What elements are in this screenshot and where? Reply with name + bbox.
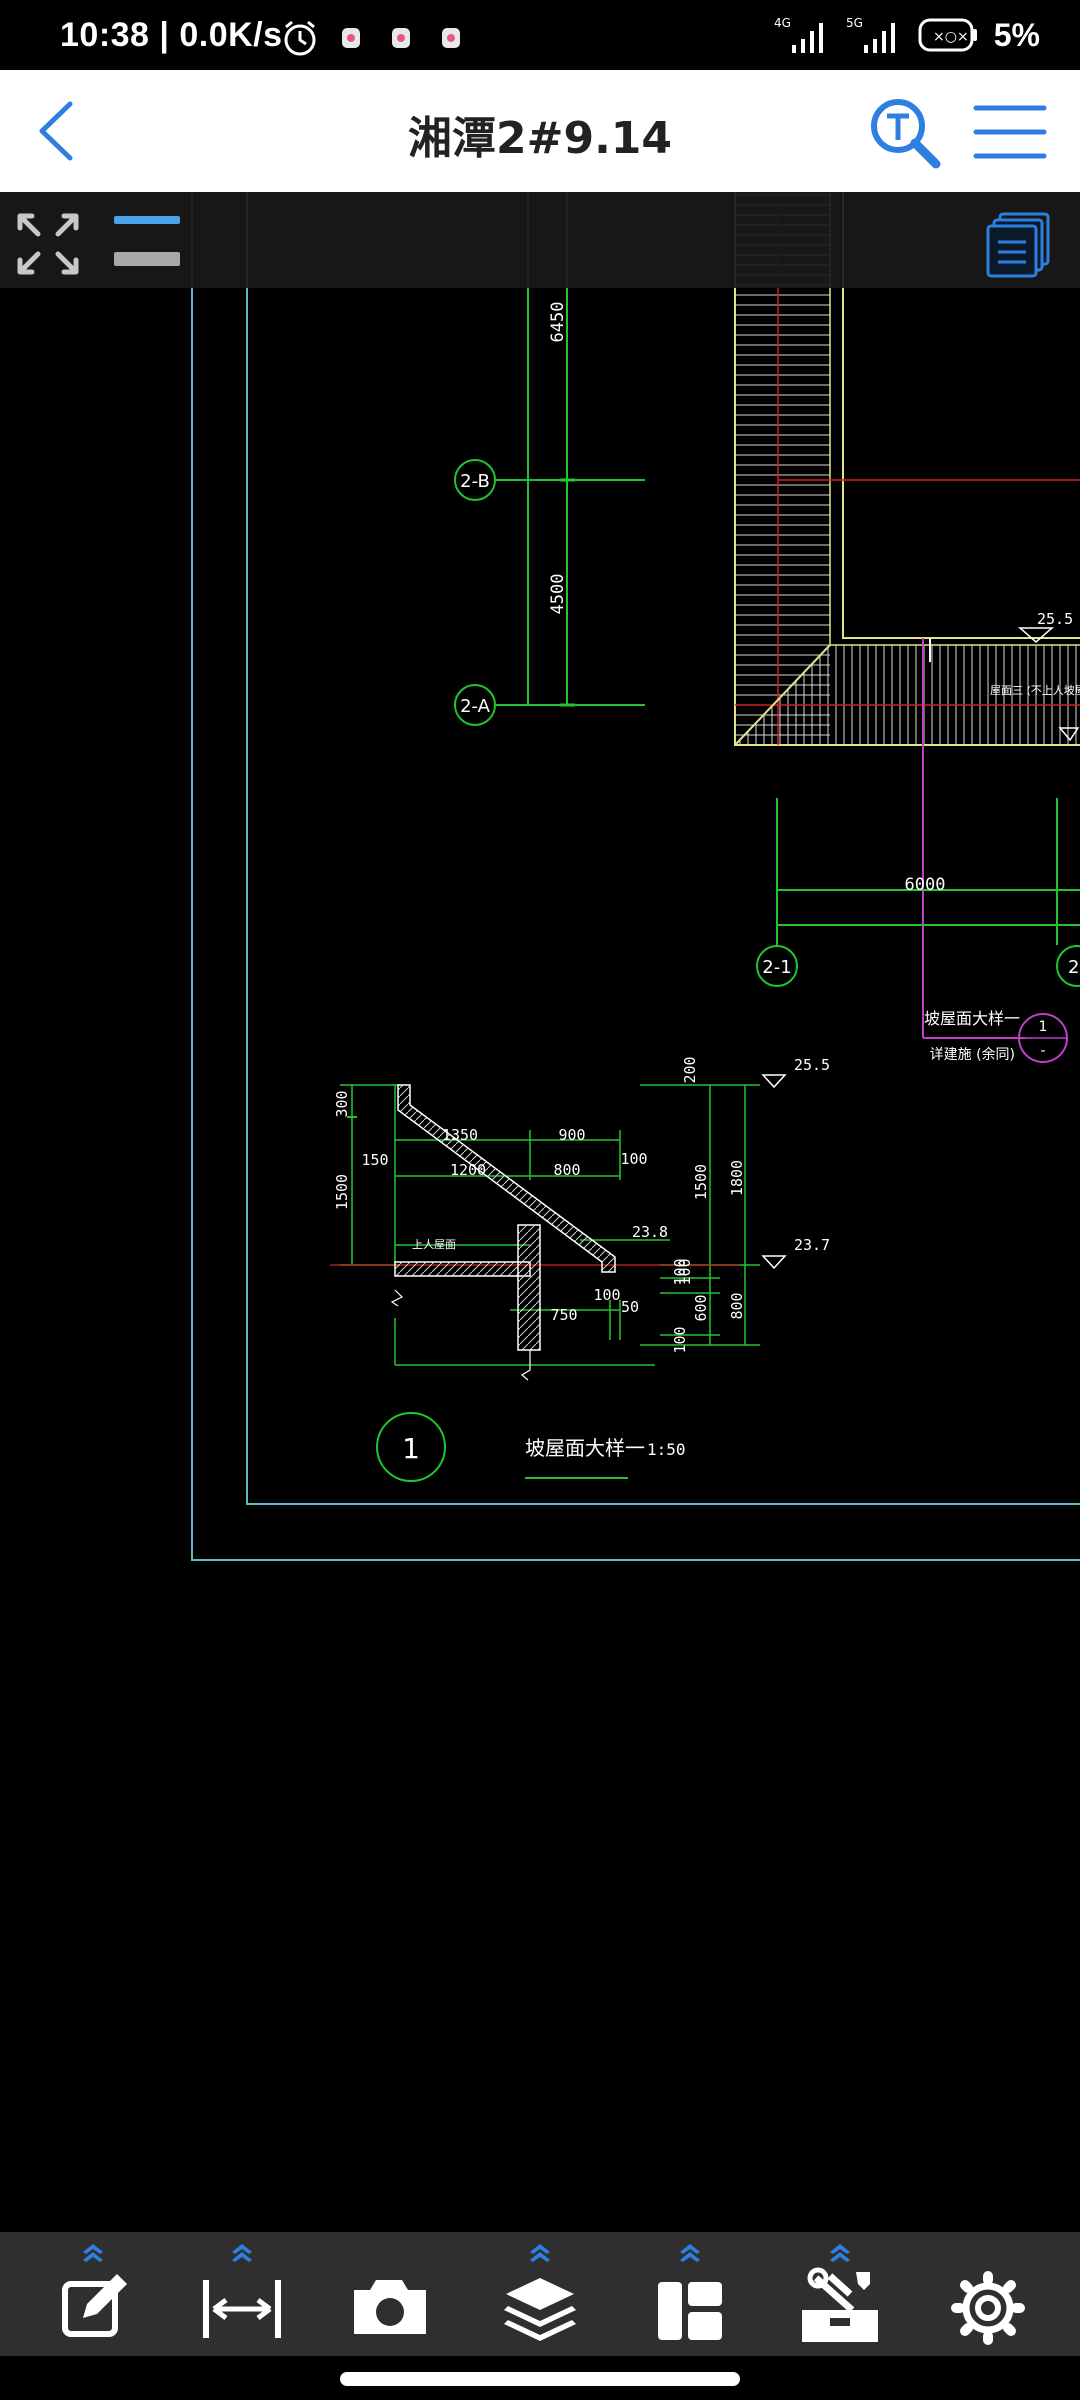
line-weight-toggle-icon[interactable] bbox=[112, 212, 184, 266]
dim-100-top: 100 bbox=[620, 1150, 647, 1168]
callout-detail-ref: 坡屋面大样一 bbox=[924, 1009, 1020, 1028]
app-header: 湘潭2#9.14 bbox=[0, 70, 1080, 192]
toolbox-icon[interactable] bbox=[790, 2238, 890, 2350]
dim-100-mid: 100 bbox=[593, 1286, 620, 1304]
dim-6000: 6000 bbox=[905, 875, 946, 895]
detail-number: 1 bbox=[402, 1432, 420, 1465]
elev-23-7: 23.7 bbox=[794, 1236, 830, 1254]
bottom-toolbar bbox=[0, 2232, 1080, 2356]
view-tools-bar bbox=[0, 192, 1080, 288]
camera-icon[interactable] bbox=[340, 2238, 440, 2350]
status-bar: 10:38 | 0.0K/s 4G 5G ×○× 5% bbox=[0, 0, 1080, 70]
callout-number: 1 bbox=[1039, 1019, 1048, 1035]
detail-title: 1 坡屋面大样一 1:50 bbox=[376, 1412, 686, 1482]
dim-150: 150 bbox=[361, 1151, 388, 1169]
roof-plan: 25.5 屋面三 (不上人坡屋面) bbox=[734, 192, 1080, 1039]
drawing-canvas[interactable]: 2-B 2-A 6450 4500 25.5 屋面三 (不上人坡屋面) bbox=[0, 192, 1080, 2232]
drawing-frame bbox=[191, 192, 1080, 1561]
grid-label-2a: 2-A bbox=[460, 696, 491, 717]
notification-icons bbox=[342, 28, 460, 48]
battery-level: 5% bbox=[993, 16, 1040, 53]
callout-sheet: - bbox=[1040, 1043, 1045, 1059]
grid-axes-bottom: 6000 2-1 2- bbox=[756, 798, 1080, 987]
roof-walkable-label: 上人屋面 bbox=[412, 1238, 456, 1251]
roof-type-note: 屋面三 (不上人坡屋面) bbox=[990, 684, 1080, 697]
dim-900: 900 bbox=[558, 1126, 585, 1144]
cad-drawing: 2-B 2-A 6450 4500 25.5 屋面三 (不上人坡屋面) bbox=[191, 192, 1080, 1561]
dim-300: 300 bbox=[333, 1090, 351, 1117]
dim-1800: 1800 bbox=[728, 1160, 746, 1196]
signal-4g-icon: 4G bbox=[774, 16, 823, 53]
dim-1500-left: 1500 bbox=[333, 1174, 351, 1210]
svg-text:5G: 5G bbox=[846, 16, 863, 30]
status-time: 10:38 | 0.0K/s bbox=[60, 16, 283, 54]
detail-name: 坡屋面大样一 bbox=[525, 1436, 645, 1460]
dim-200: 200 bbox=[681, 1056, 699, 1083]
status-right: 4G 5G ×○× 5% bbox=[774, 14, 1040, 56]
settings-icon[interactable] bbox=[938, 2238, 1038, 2350]
dim-600: 600 bbox=[692, 1294, 710, 1321]
dim-800-right: 800 bbox=[728, 1292, 746, 1319]
dim-4500: 4500 bbox=[548, 574, 568, 615]
elev-25-5-detail: 25.5 bbox=[794, 1056, 830, 1074]
detail-callout: 坡屋面大样一 详建施 (余同) 1 - bbox=[924, 1009, 1068, 1063]
dim-1200: 1200 bbox=[450, 1161, 486, 1179]
signal-5g-icon: 5G bbox=[846, 16, 895, 53]
dim-100-e: 100 bbox=[671, 1258, 689, 1285]
layout-icon[interactable] bbox=[640, 2238, 740, 2350]
dim-1350: 1350 bbox=[442, 1126, 478, 1144]
detail-scale: 1:50 bbox=[647, 1440, 686, 1459]
dim-50: 50 bbox=[621, 1298, 639, 1316]
text-search-icon[interactable] bbox=[868, 96, 942, 170]
dim-800-top: 800 bbox=[553, 1161, 580, 1179]
grid-label-2b: 2-B bbox=[460, 471, 490, 492]
grid-label-2-2: 2- bbox=[1068, 957, 1080, 978]
slope-roof-detail: 300 1500 150 1350 900 100 1200 800 23.8 … bbox=[330, 1056, 830, 1381]
elev-25-5-top: 25.5 bbox=[1037, 610, 1073, 628]
grid-label-2-1: 2-1 bbox=[762, 957, 791, 978]
dim-1500-right: 1500 bbox=[692, 1164, 710, 1200]
callout-see-ref: 详建施 (余同) bbox=[930, 1046, 1015, 1063]
home-indicator[interactable] bbox=[340, 2372, 740, 2386]
elev-23-8: 23.8 bbox=[632, 1223, 668, 1241]
battery-icon: ×○× bbox=[918, 18, 977, 52]
menu-icon[interactable] bbox=[970, 100, 1050, 164]
layers-icon[interactable] bbox=[490, 2238, 590, 2350]
dim-6450: 6450 bbox=[548, 302, 568, 343]
fullscreen-icon[interactable] bbox=[14, 210, 82, 278]
svg-text:×○×: ×○× bbox=[933, 29, 969, 45]
sheet-list-icon[interactable] bbox=[986, 212, 1052, 280]
alarm-icon bbox=[284, 20, 316, 56]
svg-text:4G: 4G bbox=[774, 16, 791, 30]
edit-icon[interactable] bbox=[43, 2238, 143, 2350]
measure-icon[interactable] bbox=[192, 2238, 292, 2350]
dim-750: 750 bbox=[550, 1306, 577, 1324]
dim-100-c: 100 bbox=[671, 1326, 689, 1353]
